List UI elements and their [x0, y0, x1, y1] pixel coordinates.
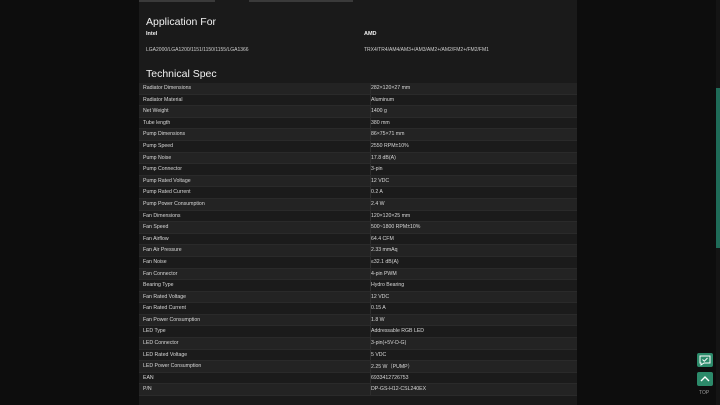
spec-key: LED Connector: [143, 340, 179, 347]
spec-row: Fan Rated Voltage 12 VDC: [139, 291, 577, 304]
spec-key: Fan Dimensions: [143, 212, 181, 219]
spec-row: Bearing Type Hydro Bearing: [139, 280, 577, 292]
spec-row: Fan Air Pressure 2.33 mmAq: [139, 245, 577, 257]
amd-sockets: TRX4/TR4/AM4/AM3+/AM3/AM2+/AM2/FM2+/FM2/…: [364, 47, 489, 53]
spec-table: Radiator Dimensions 282×120×27 mm Radiator…: [139, 83, 577, 397]
spec-key: Tube length: [143, 119, 171, 126]
spec-key: Fan Rated Current: [143, 305, 186, 312]
spec-row: Pump Connector 3-pin: [139, 164, 577, 176]
spec-value: ≤32.1 dB(A): [371, 258, 399, 265]
spec-key: Fan Power Consumption: [143, 316, 201, 323]
spec-value: 2.25 W（PUMP）: [371, 364, 413, 371]
spec-row: Fan Dimensions 120×120×25 mm: [139, 210, 577, 223]
spec-value: 3-pin: [371, 166, 383, 173]
spec-key: Radiator Dimensions: [143, 85, 192, 91]
spec-value: 12 VDC: [371, 177, 390, 184]
spec-row: Radiator Material Aluminum: [139, 94, 577, 107]
spec-row: Tube length 380 mm: [139, 117, 577, 130]
spec-key: Fan Noise: [143, 258, 167, 265]
spec-key: Fan Rated Voltage: [143, 293, 186, 300]
spec-row: Pump Rated Voltage 12 VDC: [139, 175, 577, 188]
spec-key: EAN: [143, 374, 154, 381]
spec-row: Net Weight 1400 g: [139, 106, 577, 118]
spec-key: LED Rated Voltage: [143, 351, 188, 358]
technical-spec-title: Technical Spec: [146, 68, 217, 80]
spec-key: Pump Rated Voltage: [143, 177, 191, 184]
spec-row: Fan Noise ≤32.1 dB(A): [139, 256, 577, 269]
spec-row: P/N DP-GS-H12-CSL240EX: [139, 384, 577, 397]
spec-key: Pump Connector: [143, 166, 182, 173]
spec-key: Pump Power Consumption: [143, 200, 205, 207]
spec-value: 64.4 CFM: [371, 235, 394, 242]
spec-row: Pump Power Consumption 2.4 W: [139, 198, 577, 211]
spec-value: 1400 g: [371, 108, 387, 115]
spec-key: Pump Rated Current: [143, 189, 191, 196]
product-spec-panel: Application For Intel AMD LGA2000/LGA120…: [139, 0, 577, 405]
spec-key: Pump Dimensions: [143, 131, 186, 138]
intel-sockets: LGA2000/LGA1200/1151/1150/1155/LGA1366: [146, 47, 249, 53]
spec-row: Fan Connector 4-pin PWM: [139, 268, 577, 281]
spec-key: LED Power Consumption: [143, 363, 202, 370]
spec-value: 86×75×71 mm: [371, 131, 405, 138]
spec-value: 500~1800 RPM±10%: [371, 224, 421, 231]
spec-value: 2.33 mmAq: [371, 247, 398, 254]
application-title: Application For: [146, 16, 217, 28]
spec-row: LED Connector 3-pin(+5V-D-G): [139, 338, 577, 350]
spec-key: Fan Connector: [143, 270, 178, 277]
spec-key: Fan Speed: [143, 224, 169, 231]
spec-value: 4-pin PWM: [371, 270, 397, 277]
spec-key: Fan Airflow: [143, 235, 169, 242]
spec-key: Fan Air Pressure: [143, 247, 182, 254]
back-to-top-button[interactable]: [697, 372, 713, 386]
spec-key: Pump Noise: [143, 154, 172, 161]
spec-value: 120×120×25 mm: [371, 212, 411, 219]
spec-key: Pump Speed: [143, 142, 173, 149]
tab-1[interactable]: [139, 0, 215, 2]
spec-value: Addressable RGB LED: [371, 328, 425, 335]
spec-value: DP-GS-H12-CSL240EX: [371, 386, 427, 393]
spec-value: 0.15 A: [371, 305, 386, 312]
spec-row: Fan Airflow 64.4 CFM: [139, 233, 577, 246]
spec-value: 380 mm: [371, 119, 390, 126]
spec-row: EAN 6933412726753: [139, 372, 577, 385]
tab-strip: [139, 0, 577, 3]
spec-row: Fan Power Consumption 1.8 W: [139, 314, 577, 327]
scrollbar-thumb[interactable]: [716, 88, 720, 248]
spec-value: 17.8 dB(A): [371, 154, 396, 161]
spec-value: Aluminum: [371, 96, 395, 103]
amd-label: AMD: [364, 31, 377, 37]
tab-2[interactable]: [249, 0, 353, 2]
spec-row: Fan Rated Current 0.15 A: [139, 303, 577, 315]
spec-key: Radiator Material: [143, 96, 183, 103]
spec-row: Pump Rated Current 0.2 A: [139, 187, 577, 199]
spec-row: Pump Noise 17.8 dB(A): [139, 152, 577, 165]
spec-value: 6933412726753: [371, 374, 409, 381]
chat-button[interactable]: [697, 353, 713, 367]
spec-value: Hydro Bearing: [371, 282, 405, 289]
spec-value: 5 VDC: [371, 351, 387, 358]
spec-key: P/N: [143, 386, 152, 393]
spec-value: 282×120×27 mm: [371, 85, 411, 91]
spec-value: 0.2 A: [371, 189, 383, 196]
spec-row: LED Type Addressable RGB LED: [139, 326, 577, 339]
spec-row: Fan Speed 500~1800 RPM±10%: [139, 222, 577, 234]
spec-value: 2550 RPM±10%: [371, 142, 409, 149]
spec-value: 12 VDC: [371, 293, 390, 300]
intel-label: Intel: [146, 31, 158, 37]
spec-key: LED Type: [143, 328, 166, 335]
top-label: TOP: [699, 390, 710, 396]
chat-check-icon: [699, 355, 711, 366]
spec-key: Bearing Type: [143, 282, 174, 289]
chevron-up-icon: [700, 376, 710, 382]
spec-row: LED Rated Voltage 5 VDC: [139, 349, 577, 362]
spec-value: 2.4 W: [371, 200, 385, 207]
spec-row: Pump Dimensions 86×75×71 mm: [139, 129, 577, 141]
spec-row: Radiator Dimensions 282×120×27 mm: [139, 83, 577, 95]
spec-value: 1.8 W: [371, 316, 385, 323]
spec-row: LED Power Consumption 2.25 W（PUMP）: [139, 361, 577, 373]
spec-value: 3-pin(+5V-D-G): [371, 340, 407, 347]
page-scrollbar[interactable]: [716, 0, 720, 405]
spec-row: Pump Speed 2550 RPM±10%: [139, 140, 577, 153]
spec-key: Net Weight: [143, 108, 169, 115]
